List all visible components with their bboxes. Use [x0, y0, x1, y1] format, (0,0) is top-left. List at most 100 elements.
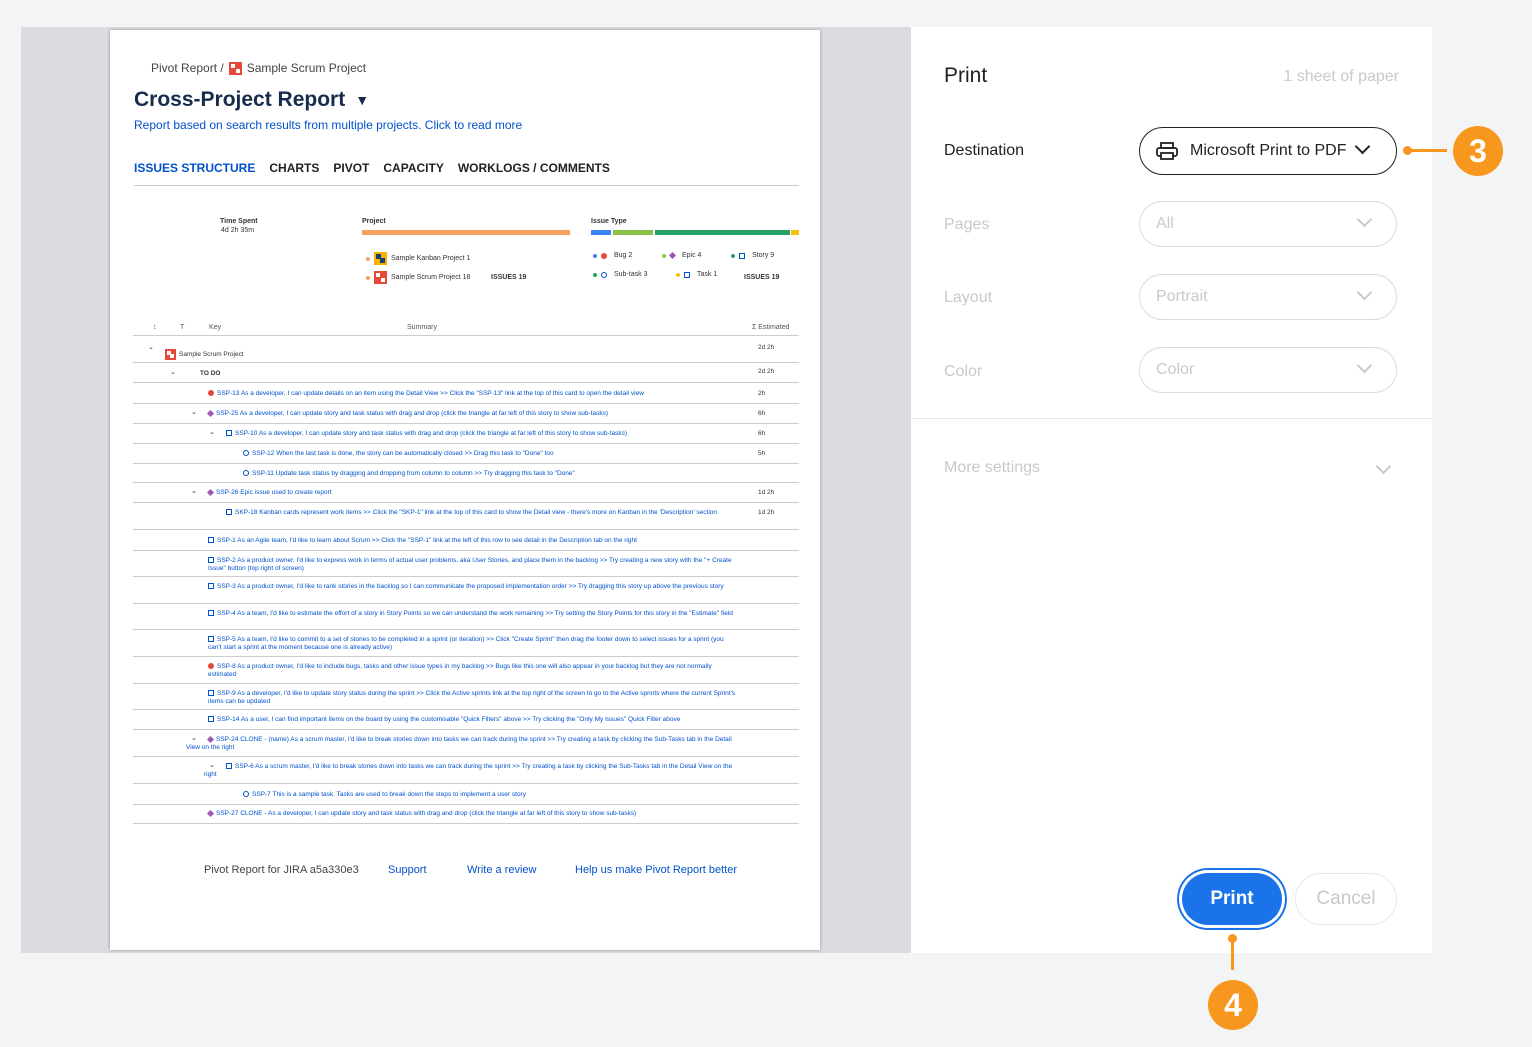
- tab-issues-structure: ISSUES STRUCTURE: [134, 161, 256, 175]
- task-icon: [684, 271, 690, 278]
- story-icon: [208, 537, 214, 544]
- issue-type-bar-bug: [591, 230, 611, 235]
- chevron-down-icon: ⌄: [148, 344, 154, 351]
- row-text: SSP-2 As a product owner, I'd like to ex…: [208, 557, 732, 572]
- types-issues-count: ISSUES 19: [744, 274, 780, 281]
- subtask-icon: [243, 470, 249, 477]
- bug-icon: [208, 663, 214, 670]
- settings-divider: [911, 418, 1432, 419]
- report-title: Cross-Project Report ▼: [134, 88, 369, 112]
- tab-pivot: PIVOT: [333, 161, 370, 175]
- callout-4-line: [1231, 938, 1234, 970]
- table-row: SSP-4 As a team, I'd like to estimate th…: [133, 603, 799, 630]
- tab-charts: CHARTS: [269, 161, 320, 175]
- chevron-down-icon: [1354, 138, 1371, 155]
- pages-value: All: [1156, 215, 1174, 232]
- row-text: SSP-24 CLONE - (name) As a scrum master,…: [186, 736, 732, 751]
- layout-label: Layout: [944, 289, 993, 306]
- row-estimate: 1d 2h: [758, 489, 775, 496]
- chevron-down-icon: [1356, 357, 1373, 374]
- breadcrumb-root: Pivot Report /: [151, 61, 224, 75]
- callout-3-line: [1407, 149, 1447, 152]
- callout-step-4: 4: [1208, 980, 1258, 1030]
- legend-story-label: Story 9: [752, 252, 775, 259]
- projects-issues-count: ISSUES 19: [491, 274, 527, 281]
- table-row: SSP-12 When the last task is done, the s…: [133, 443, 799, 464]
- print-button[interactable]: Print: [1182, 873, 1282, 925]
- scrum-project-icon: [374, 271, 387, 284]
- row-text: SSP-12 When the last task is done, the s…: [252, 450, 554, 457]
- epic-icon: [206, 409, 215, 417]
- pages-select[interactable]: All: [1139, 201, 1397, 247]
- chevron-down-icon[interactable]: [1375, 458, 1392, 475]
- issue-type-label: Issue Type: [591, 218, 627, 225]
- type-header: T: [180, 324, 185, 331]
- story-icon: [226, 509, 232, 516]
- story-icon: [226, 763, 232, 770]
- table-row: SSP-11 Update task status by dragging an…: [133, 463, 799, 483]
- pages-label: Pages: [944, 216, 990, 233]
- printer-icon: [1156, 142, 1178, 160]
- more-settings-toggle[interactable]: More settings: [944, 459, 1040, 477]
- issue-type-bar-epic: [613, 230, 653, 235]
- sheet-count: 1 sheet of paper: [1283, 68, 1399, 85]
- color-select[interactable]: Color: [1139, 347, 1397, 393]
- row-estimate: 1d 2h: [758, 509, 775, 516]
- report-tabs: ISSUES STRUCTURE CHARTS PIVOT CAPACITY W…: [134, 161, 799, 186]
- chevron-down-icon: ▼: [355, 92, 370, 108]
- table-row: SSP-8 As a product owner, I'd like to in…: [133, 656, 799, 684]
- issue-type-bar-task: [791, 230, 799, 235]
- row-text: SSP-27 CLONE - As a developer, I can upd…: [216, 810, 637, 817]
- table-row: SSP-13 As a developer, I can update deta…: [133, 382, 799, 404]
- table-row: SSP-3 As a product owner, I'd like to ra…: [133, 576, 799, 604]
- row-text: SSP-9 As a developer, I'd like to update…: [208, 690, 736, 705]
- row-text: SKP-18 Kanban cards represent work items…: [235, 509, 717, 516]
- chevron-down-icon: ⌄: [170, 369, 176, 376]
- legend-kanban-project: Sample Kanban Project 1: [366, 252, 470, 265]
- legend-task-label: Task 1: [697, 271, 718, 278]
- destination-select[interactable]: Microsoft Print to PDF: [1139, 127, 1397, 175]
- row-text: SSP-25 As a developer, I can update stor…: [216, 410, 609, 417]
- row-text: SSP-11 Update task status by dragging an…: [252, 470, 575, 477]
- subtask-icon: [601, 271, 607, 278]
- table-row: ⌄ SSP-26 Epic issue used to create repor…: [133, 482, 799, 503]
- legend-subtask: Sub-task 3: [593, 271, 647, 278]
- destination-label: Destination: [944, 142, 1025, 159]
- tab-capacity: CAPACITY: [383, 161, 444, 175]
- summary-header: Summary: [407, 324, 437, 331]
- row-text: SSP-6 As a scrum master, I'd like to bre…: [204, 763, 733, 778]
- time-spent-label: Time Spent: [220, 218, 258, 225]
- estimated-header: Σ Estimated: [752, 324, 790, 331]
- chevron-down-icon: [1356, 211, 1373, 228]
- subtask-icon: [243, 791, 249, 798]
- row-estimate: 2h: [758, 390, 766, 397]
- table-row: ⌄ SSP-10 As a developer, I can update st…: [133, 423, 799, 444]
- row-text: SSP-26 Epic issue used to create report: [216, 489, 332, 496]
- legend-kanban-label: Sample Kanban Project 1: [391, 255, 471, 262]
- row-text: SSP-1 As an Agile team, I'd like to lear…: [217, 537, 637, 544]
- scrum-project-icon: [165, 349, 176, 360]
- epic-icon: [206, 809, 215, 817]
- table-row: SSP-7 This is a sample task. Tasks are u…: [133, 783, 799, 805]
- layout-select[interactable]: Portrait: [1139, 274, 1397, 320]
- story-icon: [208, 583, 214, 590]
- table-row: SSP-2 As a product owner, I'd like to ex…: [133, 550, 799, 577]
- row-text: SSP-5 As a team, I'd like to commit to a…: [208, 636, 724, 651]
- table-row: ⌄ SSP-24 CLONE - (name) As a scrum maste…: [133, 729, 799, 757]
- row-text: SSP-7 This is a sample task. Tasks are u…: [252, 791, 526, 798]
- row-text: TO DO: [200, 370, 221, 377]
- preview-page: Pivot Report / Sample Scrum Project Cros…: [110, 30, 820, 950]
- story-icon: [226, 430, 232, 437]
- story-icon: [208, 716, 214, 723]
- footer-feedback-link: Help us make Pivot Report better: [575, 864, 738, 876]
- color-value: Color: [1156, 361, 1195, 378]
- print-title: Print: [944, 64, 988, 87]
- epic-icon: [206, 735, 215, 743]
- legend-bug-label: Bug 2: [614, 252, 633, 259]
- color-label: Color: [944, 363, 983, 380]
- table-row: ⌄ Sample Scrum Project 2d 2h: [133, 336, 799, 363]
- cancel-button[interactable]: Cancel: [1295, 873, 1397, 925]
- row-text: SSP-10 As a developer, I can update stor…: [235, 430, 628, 437]
- footer-support-link: Support: [388, 864, 427, 876]
- footer-version: Pivot Report for JIRA a5a330e3: [204, 864, 359, 876]
